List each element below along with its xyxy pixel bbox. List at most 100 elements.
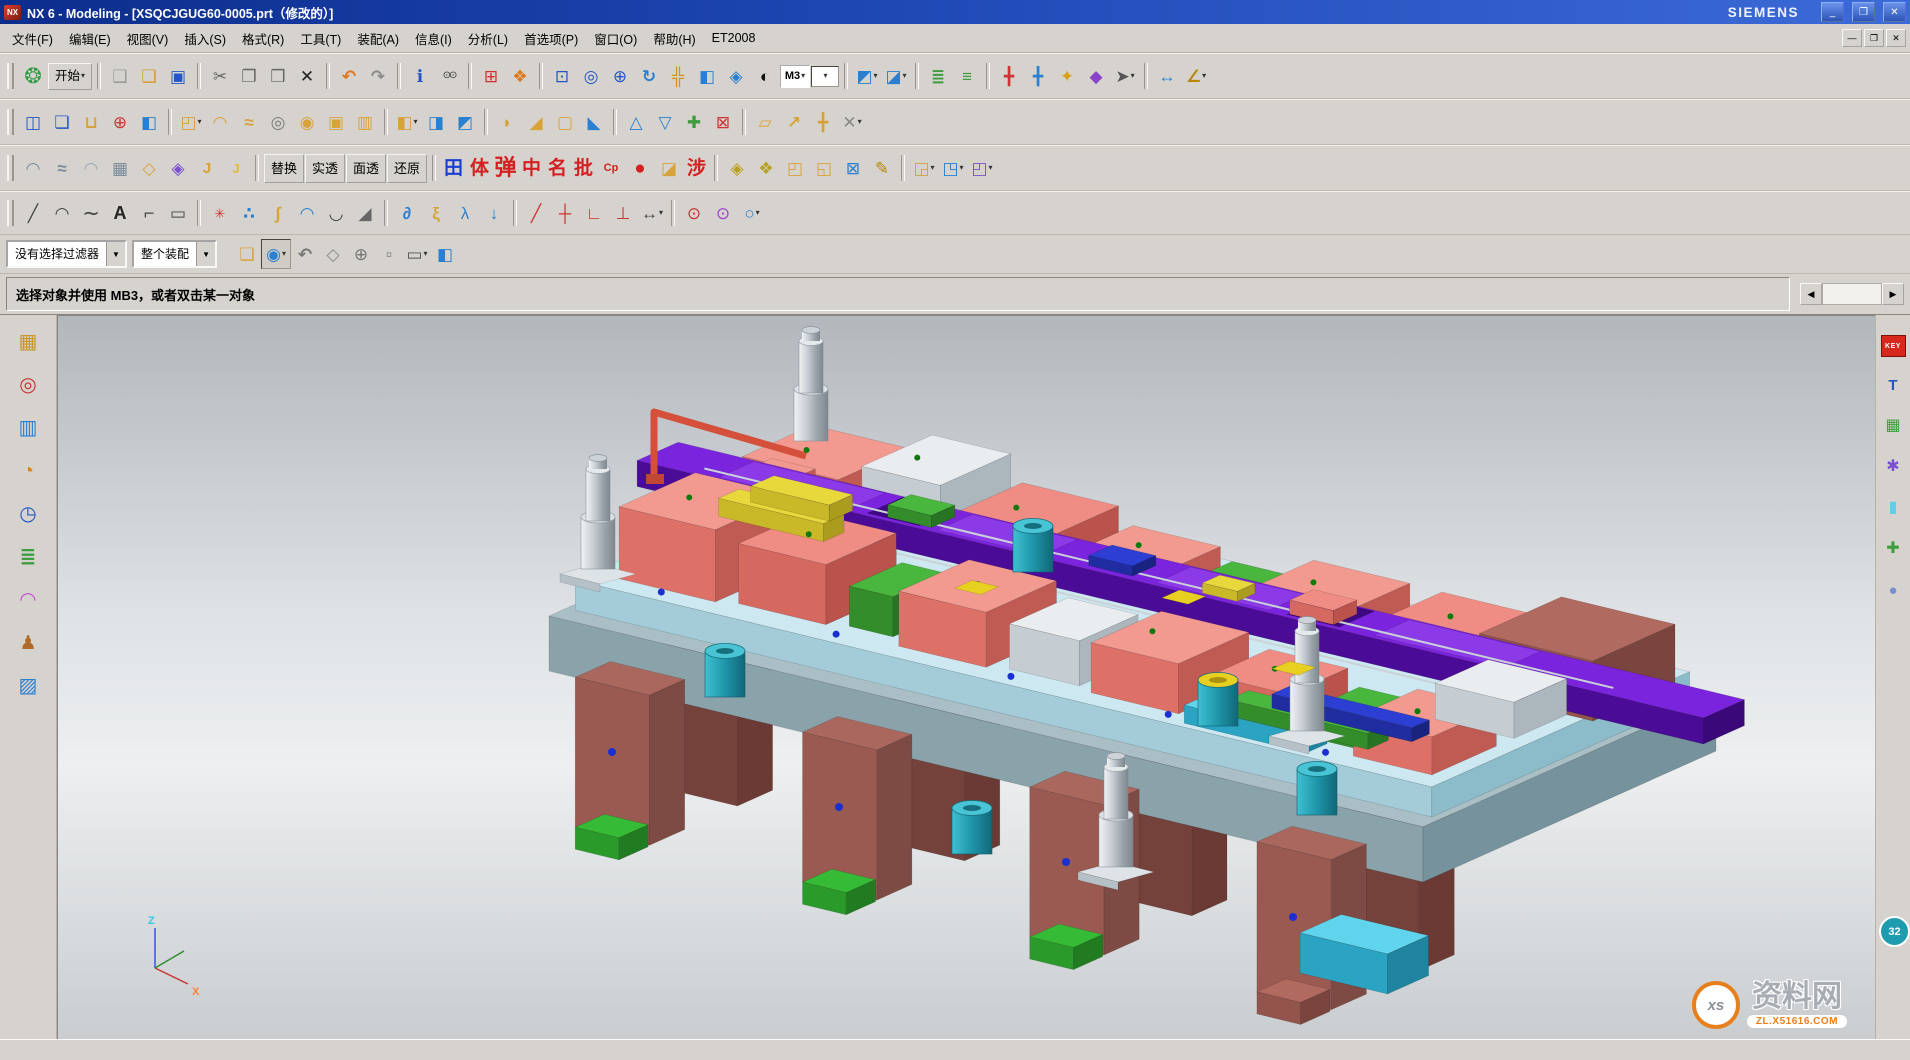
wade-char-button[interactable]: 涉 — [684, 154, 709, 182]
roles-icon[interactable]: ♟ — [13, 628, 43, 658]
pan-icon[interactable]: ╬ — [664, 62, 692, 90]
vial-icon[interactable]: ▮ — [1880, 495, 1906, 521]
measure-angle-icon[interactable]: ∠ — [1182, 62, 1210, 90]
redo-icon[interactable]: ↷ — [364, 62, 392, 90]
extrude-icon[interactable]: ◰ — [177, 108, 205, 136]
grid-char-button[interactable]: 田 — [441, 154, 466, 182]
revolve-icon[interactable]: ◠ — [206, 108, 234, 136]
selection-scope-dropdown[interactable]: 整个装配 ▼ — [132, 240, 217, 268]
part-navigator-icon[interactable]: ▥ — [13, 413, 43, 443]
delete-face-icon[interactable]: ⊠ — [709, 108, 737, 136]
menu-analysis[interactable]: 分析(L) — [460, 26, 516, 51]
snap-key-icon[interactable]: ✦ — [1053, 62, 1081, 90]
edit-display-icon[interactable]: ◪ — [882, 62, 910, 90]
menu-window[interactable]: 窗口(O) — [586, 26, 645, 51]
trim-body-icon[interactable]: △ — [622, 108, 650, 136]
cube-alert-icon[interactable]: ◱ — [810, 154, 838, 182]
scenes-icon[interactable]: ▨ — [13, 671, 43, 701]
gold-star-icon[interactable]: ❖ — [752, 154, 780, 182]
draft-icon[interactable]: ◣ — [580, 108, 608, 136]
menu-et2008[interactable]: ET2008 — [704, 28, 764, 48]
wcs-dynamics-icon[interactable]: ╋ — [995, 62, 1023, 90]
through-curves-icon[interactable]: ≈ — [48, 154, 76, 182]
scroll-left-button[interactable]: ◀ — [1800, 283, 1822, 305]
rectangle-icon[interactable]: ▭ — [164, 199, 192, 227]
dimension-icon[interactable]: ↔ — [638, 199, 666, 227]
maximize-button[interactable]: ❐ — [1852, 2, 1875, 22]
count-badge[interactable]: 32 — [1879, 916, 1910, 947]
rotate-csys-icon[interactable]: ⊕ — [347, 240, 375, 268]
history-icon[interactable]: ◷ — [13, 499, 43, 529]
zoom-icon[interactable]: ◎ — [577, 62, 605, 90]
toolbar-drag-handle[interactable] — [7, 109, 14, 135]
point-set-icon[interactable]: ∴ — [235, 199, 263, 227]
circle-alt-icon[interactable]: ⊙ — [709, 199, 737, 227]
constraints-icon[interactable]: ⊥ — [609, 199, 637, 227]
checklist-icon[interactable]: ≣ — [13, 542, 43, 572]
sweep-icon[interactable]: ≈ — [235, 108, 263, 136]
menu-information[interactable]: 信息(I) — [407, 26, 460, 51]
two-window-icon[interactable]: ◫ — [19, 108, 47, 136]
menu-preferences[interactable]: 首选项(P) — [516, 26, 586, 51]
body-char-button[interactable]: 体 — [467, 154, 492, 182]
child-restore-button[interactable]: ❐ — [1864, 29, 1884, 47]
command-finder-icon[interactable]: ⊙⊙ — [435, 62, 463, 90]
new-file-icon[interactable]: ❑ — [106, 62, 134, 90]
view-m3-button[interactable]: M3 — [780, 65, 810, 88]
spring-char-button[interactable]: 弹 — [493, 154, 518, 182]
hook2-icon[interactable]: J — [222, 154, 250, 182]
undo-selection-icon[interactable]: ↶ — [291, 240, 319, 268]
expression-icon[interactable]: ✕ — [838, 108, 866, 136]
mesh-surface-icon[interactable]: ▦ — [106, 154, 134, 182]
immediate-hide-icon[interactable]: ≡ — [953, 62, 981, 90]
profile-icon[interactable]: ⌐ — [135, 199, 163, 227]
hd3d-pie-icon[interactable]: ◔ — [13, 456, 43, 486]
menu-edit[interactable]: 编辑(E) — [61, 26, 119, 51]
cursor-tool-icon[interactable]: ➤ — [1111, 62, 1139, 90]
cube-flag-icon[interactable]: ◰ — [781, 154, 809, 182]
line-icon[interactable]: ╱ — [19, 199, 47, 227]
quick-extend-icon[interactable]: ┼ — [551, 199, 579, 227]
fillet-icon[interactable]: ◡ — [322, 199, 350, 227]
arc-icon[interactable]: ◠ — [48, 199, 76, 227]
edit-pencil-icon[interactable]: ✎ — [868, 154, 896, 182]
rotate-view-icon[interactable]: ↻ — [635, 62, 663, 90]
gold-gem-icon[interactable]: ◈ — [723, 154, 751, 182]
hidden-cube-icon[interactable]: ▫ — [375, 240, 403, 268]
snap-diamond-icon[interactable]: ◆ — [1082, 62, 1110, 90]
datum-csys-icon[interactable]: ╋ — [809, 108, 837, 136]
center-char-button[interactable]: 中 — [519, 154, 544, 182]
scroll-right-button[interactable]: ▶ — [1882, 283, 1904, 305]
text-pin-icon[interactable]: T — [1880, 372, 1906, 398]
cube-pair-icon[interactable]: ◈ — [164, 154, 192, 182]
boss-icon[interactable]: ◉ — [293, 108, 321, 136]
sphere-icon[interactable]: ● — [1880, 577, 1906, 603]
helix-icon[interactable]: ξ — [422, 199, 450, 227]
menu-view[interactable]: 视图(V) — [119, 26, 177, 51]
undo-icon[interactable]: ↶ — [335, 62, 363, 90]
selection-filter-dropdown[interactable]: 没有选择过滤器 ▼ — [6, 240, 127, 268]
intersect-curve-icon[interactable]: λ — [451, 199, 479, 227]
quick-trim-icon[interactable]: ╱ — [522, 199, 550, 227]
shell-icon[interactable]: ▢ — [551, 108, 579, 136]
datum-axis-icon[interactable]: ↗ — [780, 108, 808, 136]
point-csys-icon[interactable]: ⊕ — [106, 108, 134, 136]
subtract-icon[interactable]: ◨ — [422, 108, 450, 136]
unite-icon[interactable]: ◧ — [393, 108, 421, 136]
annotate-icon[interactable]: ◎ — [13, 370, 43, 400]
menu-assemblies[interactable]: 装配(A) — [349, 26, 407, 51]
face-translucent-button[interactable]: 面透 — [346, 154, 386, 183]
edge-blend-icon[interactable]: ◗ — [493, 108, 521, 136]
make-corner-icon[interactable]: ∟ — [580, 199, 608, 227]
pocket-icon[interactable]: ▣ — [322, 108, 350, 136]
datum-plane-icon[interactable]: ▱ — [751, 108, 779, 136]
ellipse-icon[interactable]: ○ — [738, 199, 766, 227]
zoom-in-out-icon[interactable]: ⊕ — [606, 62, 634, 90]
shaded-small-icon[interactable]: ◧ — [431, 240, 459, 268]
text-tool-icon[interactable]: A — [106, 199, 134, 227]
hook-icon[interactable]: J — [193, 154, 221, 182]
hole-icon[interactable]: ◎ — [264, 108, 292, 136]
menu-file[interactable]: 文件(F) — [4, 26, 61, 51]
cut-icon[interactable]: ✂ — [206, 62, 234, 90]
gold-box-icon[interactable]: ◪ — [655, 154, 683, 182]
